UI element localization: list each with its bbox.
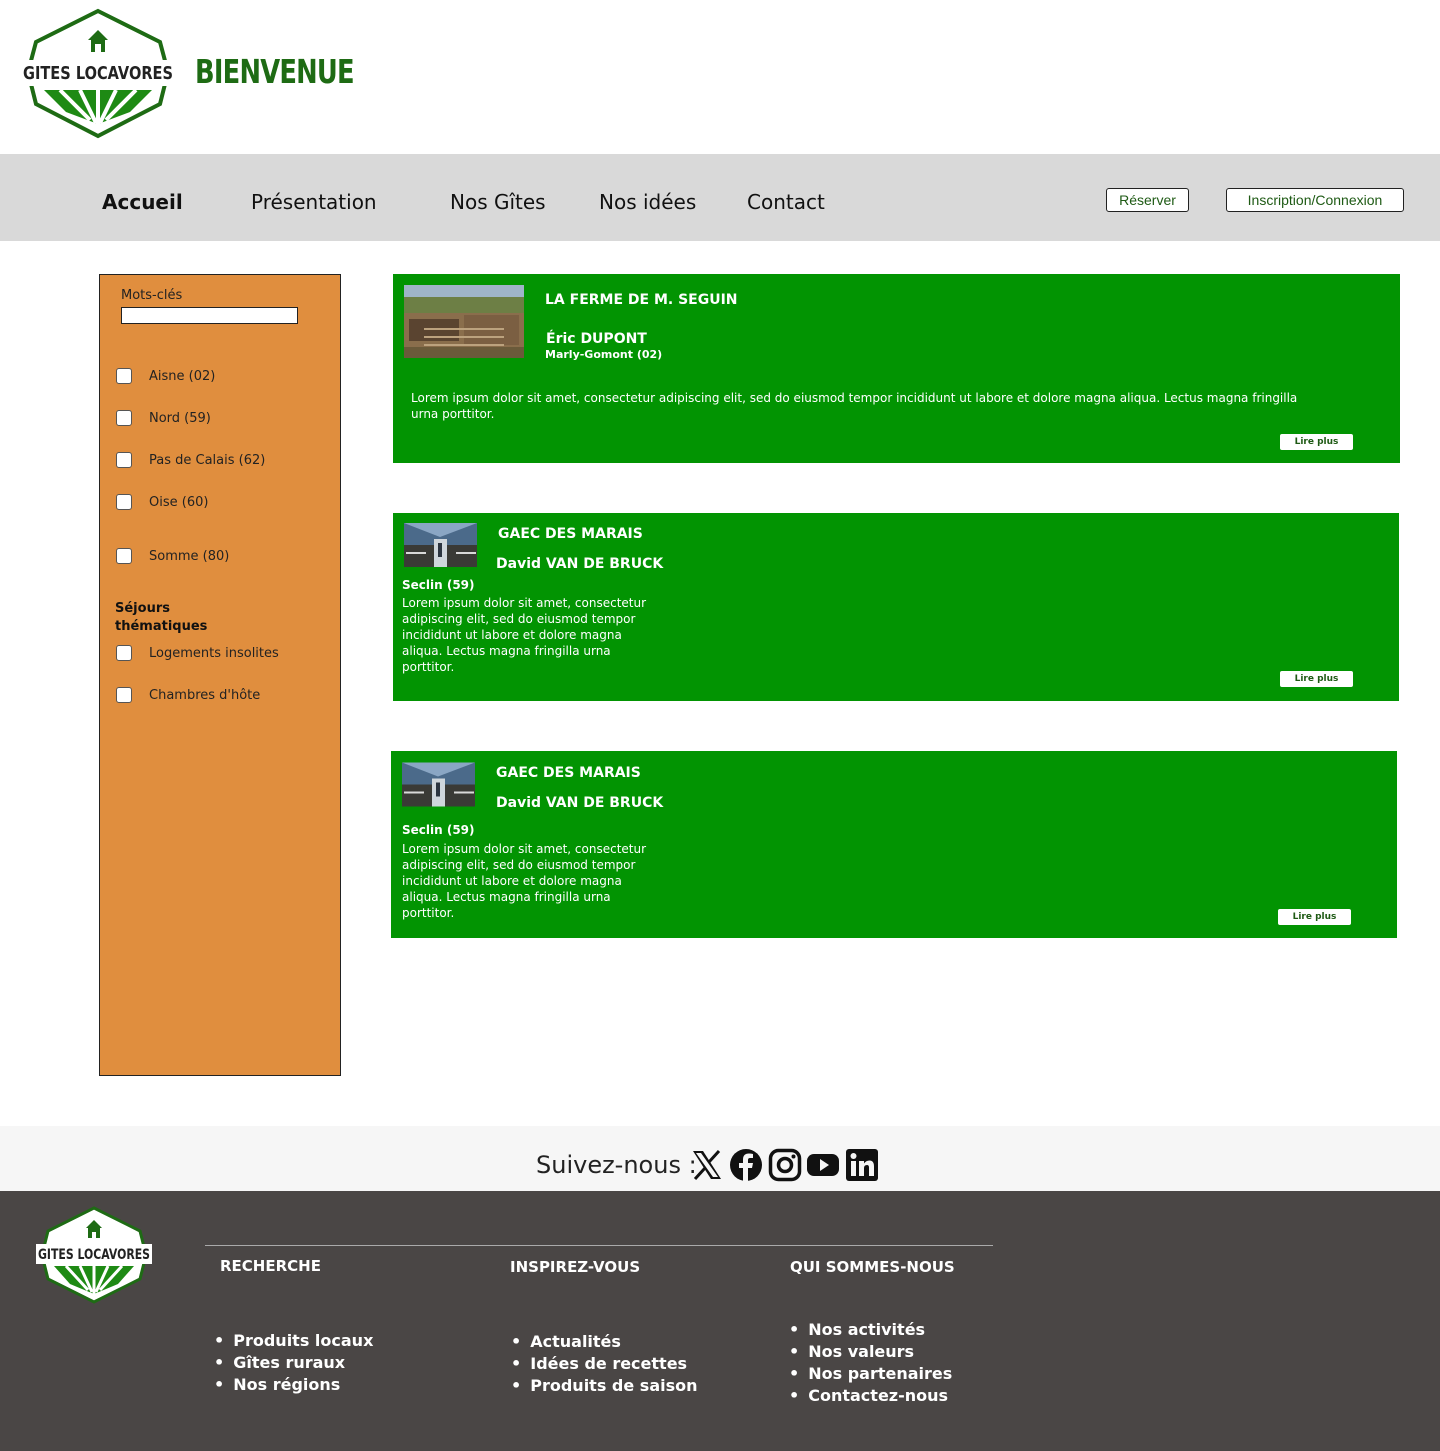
footer-list-recherche: Produits locaux Gîtes ruraux Nos régions <box>214 1330 373 1396</box>
reserve-button[interactable]: Réserver <box>1106 188 1189 212</box>
checkbox-label-pas-de-calais: Pas de Calais (62) <box>149 453 266 468</box>
footer-heading-recherche: RECHERCHE <box>220 1257 321 1275</box>
card-owner: David VAN DE BRUCK <box>496 795 664 811</box>
footer-link[interactable]: Produits de saison <box>511 1375 697 1397</box>
keywords-label: Mots-clés <box>121 288 183 303</box>
card-owner: Éric DUPONT <box>546 331 647 347</box>
logo-text: GITES LOCAVORES <box>23 63 173 84</box>
nav-presentation[interactable]: Présentation <box>251 190 377 214</box>
footer-link[interactable]: Contactez-nous <box>789 1385 952 1407</box>
footer-link[interactable]: Nos valeurs <box>789 1341 952 1363</box>
card-title: GAEC DES MARAIS <box>498 526 643 542</box>
checkbox-label-logements-insolites: Logements insolites <box>149 646 279 661</box>
card-description: Lorem ipsum dolor sit amet, consectetur … <box>402 596 647 674</box>
card-owner: David VAN DE BRUCK <box>496 556 664 572</box>
linkedin-icon[interactable] <box>845 1148 879 1182</box>
card-description: Lorem ipsum dolor sit amet, consectetur … <box>411 391 1298 421</box>
footer-link[interactable]: Nos régions <box>214 1374 373 1396</box>
footer-logo[interactable]: GITES LOCAVORES <box>36 1206 152 1304</box>
checkbox-aisne[interactable] <box>116 368 132 384</box>
barn-photo <box>404 523 477 567</box>
read-more-button[interactable]: Lire plus <box>1280 434 1353 450</box>
checkbox-label-nord: Nord (59) <box>149 411 211 426</box>
themes-heading-line2: thématiques <box>115 619 208 634</box>
footer-link[interactable]: Nos partenaires <box>789 1363 952 1385</box>
main-navigation <box>0 154 1440 241</box>
footer-link[interactable]: Actualités <box>511 1331 698 1353</box>
footer-link[interactable]: Gîtes ruraux <box>214 1352 373 1374</box>
footer-link[interactable]: Idées de recettes <box>511 1353 698 1375</box>
card-title: GAEC DES MARAIS <box>496 765 641 781</box>
checkbox-label-chambres-hote: Chambres d'hôte <box>149 688 261 703</box>
filter-sidebar <box>99 274 341 1076</box>
read-more-button[interactable]: Lire plus <box>1278 909 1351 925</box>
card-location: Seclin (59) <box>402 823 475 837</box>
footer-link[interactable]: Produits locaux <box>214 1330 373 1352</box>
checkbox-pas-de-calais[interactable] <box>116 452 132 468</box>
footer-list-qui-sommes-nous: Nos activités Nos valeurs Nos partenaire… <box>789 1319 952 1407</box>
footer-divider <box>205 1245 993 1246</box>
footer-link[interactable]: Nos activités <box>789 1319 952 1341</box>
facebook-icon[interactable] <box>729 1148 763 1182</box>
checkbox-logements-insolites[interactable] <box>116 645 132 661</box>
x-icon[interactable] <box>690 1148 724 1182</box>
login-button[interactable]: Inscription/Connexion <box>1226 188 1404 212</box>
checkbox-nord[interactable] <box>116 410 132 426</box>
keywords-input[interactable] <box>121 307 298 324</box>
youtube-icon[interactable] <box>806 1148 840 1182</box>
follow-label: Suivez-nous : <box>536 1151 697 1179</box>
welcome-title: BIENVENUE <box>195 52 355 91</box>
checkbox-label-somme: Somme (80) <box>149 549 230 564</box>
checkbox-chambres-hote[interactable] <box>116 687 132 703</box>
nav-contact[interactable]: Contact <box>747 190 825 214</box>
gite-card: GAEC DES MARAIS David VAN DE BRUCK Secli… <box>391 751 1397 938</box>
gite-card: GAEC DES MARAIS David VAN DE BRUCK Secli… <box>393 513 1399 701</box>
site-footer <box>0 1191 1440 1451</box>
card-title: LA FERME DE M. SEGUIN <box>545 292 738 308</box>
nav-nos-gites[interactable]: Nos Gîtes <box>450 190 546 214</box>
checkbox-label-aisne: Aisne (02) <box>149 369 216 384</box>
card-description: Lorem ipsum dolor sit amet, consectetur … <box>402 842 647 920</box>
nav-accueil[interactable]: Accueil <box>102 190 183 214</box>
instagram-icon[interactable] <box>768 1148 802 1182</box>
themes-heading-line1: Séjours <box>115 601 170 616</box>
read-more-button[interactable]: Lire plus <box>1280 671 1353 687</box>
farm-photo <box>404 285 524 358</box>
footer-heading-inspirez-vous: INSPIREZ-VOUS <box>510 1258 641 1276</box>
footer-list-inspirez-vous: Actualités Idées de recettes Produits de… <box>511 1331 698 1397</box>
checkbox-oise[interactable] <box>116 494 132 510</box>
site-logo[interactable]: GITES LOCAVORES <box>20 8 176 140</box>
card-location: Marly-Gomont (02) <box>545 348 663 361</box>
checkbox-somme[interactable] <box>116 548 132 564</box>
barn-photo <box>402 762 475 807</box>
nav-nos-idees[interactable]: Nos idées <box>599 190 696 214</box>
checkbox-label-oise: Oise (60) <box>149 495 209 510</box>
footer-heading-qui-sommes-nous: QUI SOMMES-NOUS <box>790 1258 955 1276</box>
card-location: Seclin (59) <box>402 578 475 592</box>
gite-card: LA FERME DE M. SEGUIN Éric DUPONT Marly-… <box>393 274 1400 463</box>
footer-logo-text: GITES LOCAVORES <box>38 1247 150 1263</box>
